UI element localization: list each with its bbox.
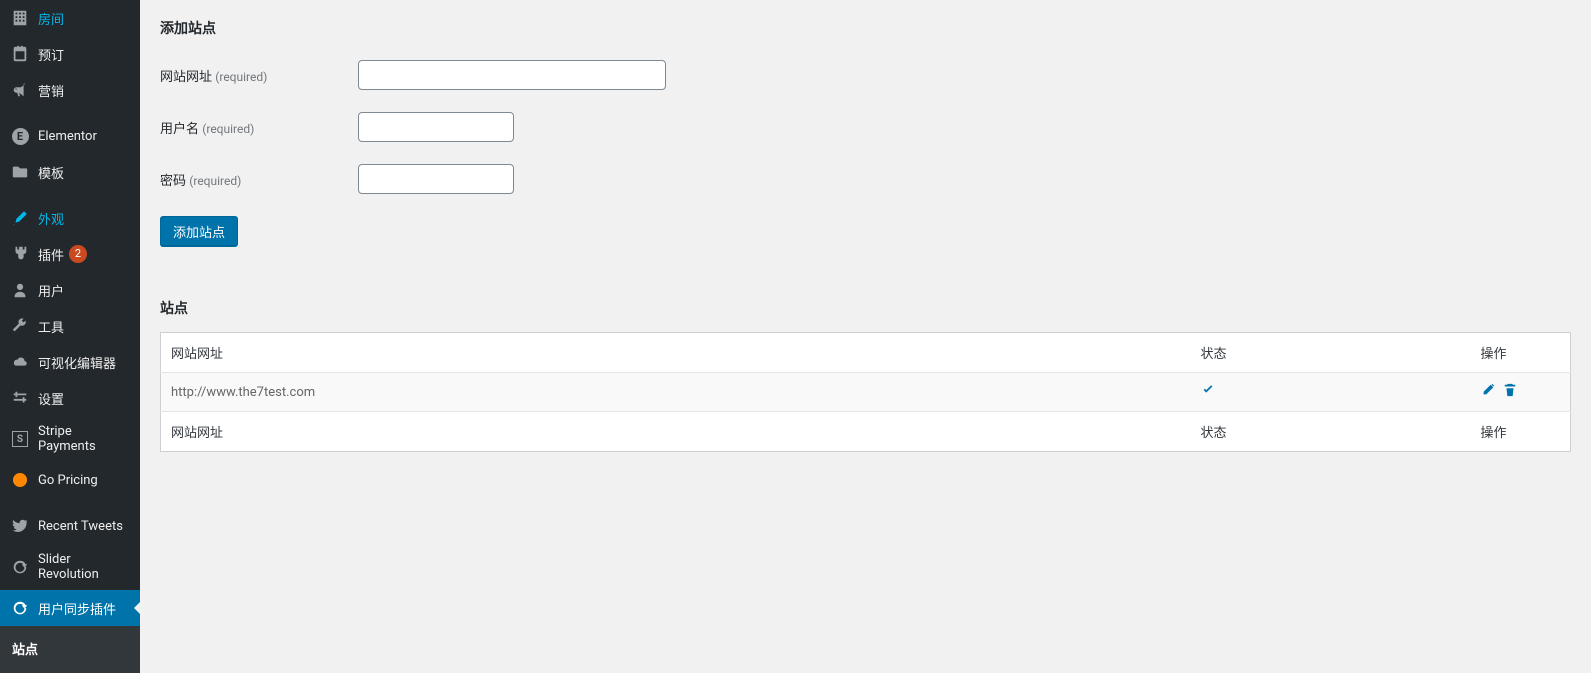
url-label: 网站网址 (required): [160, 66, 358, 85]
update-badge: 2: [69, 245, 87, 263]
menu-item-templates[interactable]: 模板: [0, 154, 140, 190]
submenu-item-sites[interactable]: 站点: [0, 633, 140, 664]
plugin-icon: [10, 244, 30, 264]
tf-url[interactable]: 网站网址: [161, 412, 1191, 452]
edit-icon[interactable]: [1481, 383, 1495, 401]
password-label: 密码 (required): [160, 170, 358, 189]
twitter-icon: [10, 516, 30, 536]
menu-item-visual-editor[interactable]: 可视化编辑器: [0, 344, 140, 380]
wrench-icon: [10, 316, 30, 336]
tf-status[interactable]: 状态: [1191, 412, 1471, 452]
menu-item-tools[interactable]: 工具: [0, 308, 140, 344]
form-row-password: 密码 (required): [160, 164, 1571, 194]
menu-label: Recent Tweets: [38, 519, 123, 534]
menu-label: 可视化编辑器: [38, 353, 116, 372]
cell-url: http://www.the7test.com: [161, 373, 1191, 412]
menu-label: Go Pricing: [38, 473, 98, 488]
sliders-icon: [10, 388, 30, 408]
menu-label: 外观: [38, 209, 64, 228]
trash-icon[interactable]: [1503, 383, 1517, 401]
stripe-icon: S: [10, 429, 30, 449]
menu-label: Stripe Payments: [38, 424, 130, 454]
folder-icon: [10, 162, 30, 182]
menu-item-bookings[interactable]: 预订: [0, 36, 140, 72]
menu-item-rooms[interactable]: 房间: [0, 0, 140, 36]
menu-item-slider-revolution[interactable]: Slider Revolution: [0, 544, 140, 590]
menu-label: 房间: [38, 9, 64, 28]
menu-label: Slider Revolution: [38, 552, 130, 582]
refresh-icon: [10, 598, 30, 618]
sites-table: 网站网址 状态 操作 http://www.the7test.com: [160, 332, 1571, 452]
add-site-heading: 添加站点: [160, 18, 1571, 38]
megaphone-icon: [10, 80, 30, 100]
gopricing-icon: [10, 470, 30, 490]
username-input[interactable]: [358, 112, 514, 142]
menu-label: 工具: [38, 317, 64, 336]
table-row: http://www.the7test.com: [161, 373, 1571, 412]
menu-item-recent-tweets[interactable]: Recent Tweets: [0, 508, 140, 544]
admin-sidebar: 房间 预订 营销 E Elementor 模板 外观 插件 2 用户 工具 可视…: [0, 0, 140, 673]
menu-item-plugins[interactable]: 插件 2: [0, 236, 140, 272]
menu-label: 预订: [38, 45, 64, 64]
menu-item-stripe[interactable]: S Stripe Payments: [0, 416, 140, 462]
calendar-icon: [10, 44, 30, 64]
sites-heading: 站点: [160, 298, 1571, 318]
menu-item-marketing[interactable]: 营销: [0, 72, 140, 108]
submenu: 站点 批量同步 API 错误日志 设置 注册激活: [0, 626, 140, 673]
username-label: 用户名 (required): [160, 118, 358, 137]
th-status[interactable]: 状态: [1191, 333, 1471, 373]
menu-label: 用户: [38, 281, 64, 300]
tf-action[interactable]: 操作: [1471, 412, 1571, 452]
building-icon: [10, 8, 30, 28]
menu-item-users[interactable]: 用户: [0, 272, 140, 308]
elementor-icon: E: [10, 126, 30, 146]
menu-label: 插件: [38, 245, 64, 264]
menu-label: 模板: [38, 163, 64, 182]
site-url-input[interactable]: [358, 60, 666, 90]
form-row-username: 用户名 (required): [160, 112, 1571, 142]
password-input[interactable]: [358, 164, 514, 194]
th-action[interactable]: 操作: [1471, 333, 1571, 373]
menu-label: Elementor: [38, 129, 97, 144]
cloud-icon: [10, 352, 30, 372]
check-icon: [1201, 386, 1215, 401]
menu-item-gopricing[interactable]: Go Pricing: [0, 462, 140, 498]
brush-icon: [10, 208, 30, 228]
submenu-item-batch-sync[interactable]: 批量同步: [0, 664, 140, 673]
menu-label: 营销: [38, 81, 64, 100]
menu-item-user-sync[interactable]: 用户同步插件: [0, 590, 140, 626]
menu-item-appearance[interactable]: 外观: [0, 200, 140, 236]
form-row-url: 网站网址 (required): [160, 60, 1571, 90]
cell-action: [1471, 373, 1571, 412]
cell-status: [1191, 373, 1471, 412]
menu-item-settings[interactable]: 设置: [0, 380, 140, 416]
menu-item-elementor[interactable]: E Elementor: [0, 118, 140, 154]
user-icon: [10, 280, 30, 300]
menu-label: 用户同步插件: [38, 599, 116, 618]
refresh-icon: [10, 557, 30, 577]
main-content: 添加站点 网站网址 (required) 用户名 (required) 密码 (…: [140, 0, 1591, 472]
add-site-button[interactable]: 添加站点: [160, 216, 238, 246]
menu-label: 设置: [38, 389, 64, 408]
th-url[interactable]: 网站网址: [161, 333, 1191, 373]
